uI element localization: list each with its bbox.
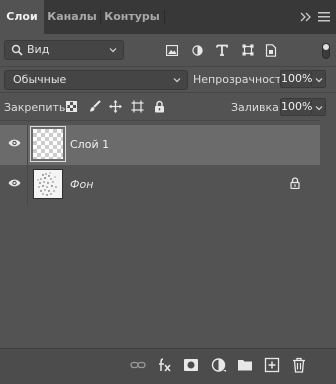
- lock-label: Закрепить:: [4, 101, 70, 114]
- panel-controls: [300, 10, 330, 24]
- layers-list: Слой 1 Фон: [0, 120, 336, 349]
- adjustment-layer-icon[interactable]: [211, 357, 227, 373]
- filter-kind-value: Вид: [27, 43, 50, 56]
- smart-object-filter-icon[interactable]: [265, 44, 277, 57]
- fill-dropdown[interactable]: [312, 98, 326, 116]
- fx-icon[interactable]: [157, 357, 173, 373]
- fill-label: Заливка:: [231, 101, 283, 114]
- tab-separator: [164, 10, 165, 24]
- layers-scrollbar[interactable]: [320, 120, 336, 348]
- blend-row: Обычные Непрозрачность: 100%: [0, 66, 336, 93]
- opacity-label: Непрозрачность:: [193, 73, 292, 86]
- delete-icon[interactable]: [291, 357, 307, 373]
- lock-image-pixels-icon[interactable]: [88, 100, 101, 113]
- filter-kind-select[interactable]: Вид: [4, 40, 124, 60]
- layer-lock-icon[interactable]: [290, 177, 300, 189]
- layer-name[interactable]: Слой 1: [70, 138, 109, 151]
- layer-thumbnail: [33, 169, 63, 199]
- opacity-dropdown[interactable]: [312, 70, 326, 88]
- collapse-panel-icon[interactable]: [300, 12, 312, 22]
- type-filter-icon[interactable]: [216, 44, 228, 56]
- shape-filter-icon[interactable]: [242, 44, 254, 56]
- lock-artboard-icon[interactable]: [131, 100, 144, 113]
- chevron-down-icon: [315, 106, 323, 111]
- filter-row: Вид: [0, 34, 336, 66]
- add-mask-icon[interactable]: [183, 357, 199, 373]
- opacity-input[interactable]: 100%: [280, 70, 312, 88]
- row-divider: [27, 165, 28, 205]
- chevron-down-icon: [173, 78, 181, 83]
- new-group-icon[interactable]: [237, 357, 253, 373]
- layer-thumbnail: [30, 126, 66, 162]
- filter-toggle[interactable]: [322, 43, 330, 59]
- tab-paths[interactable]: Контуры: [100, 0, 164, 34]
- adjustment-filter-icon[interactable]: [192, 45, 203, 56]
- blend-mode-value: Обычные: [13, 73, 67, 86]
- tab-bar: Слои Каналы Контуры: [0, 0, 336, 34]
- sketch-thumbnail-image: [37, 172, 57, 196]
- panel-menu-icon[interactable]: [318, 12, 330, 22]
- fill-input[interactable]: 100%: [280, 98, 312, 116]
- link-layers-icon[interactable]: [130, 357, 146, 373]
- search-icon: [11, 44, 23, 56]
- lock-row: Закрепить: Заливка: 100%: [0, 92, 336, 121]
- layer-row[interactable]: Фон: [0, 165, 320, 205]
- lock-transparent-pixels-icon[interactable]: [66, 101, 77, 112]
- visibility-eye-icon[interactable]: [8, 138, 21, 148]
- new-layer-icon[interactable]: [264, 357, 280, 373]
- blend-mode-select[interactable]: Обычные: [4, 70, 188, 90]
- layer-name[interactable]: Фон: [70, 178, 93, 191]
- tab-channels[interactable]: Каналы: [44, 0, 100, 34]
- filter-toggle-knob: [323, 44, 329, 50]
- chevron-down-icon: [109, 48, 117, 53]
- layers-panel: Слои Каналы Контуры Вид Обычные Непрозра…: [0, 0, 336, 384]
- tab-layers[interactable]: Слои: [0, 0, 44, 34]
- lock-all-icon[interactable]: [154, 100, 165, 113]
- visibility-eye-icon[interactable]: [8, 178, 21, 188]
- lock-position-icon[interactable]: [109, 100, 122, 113]
- row-divider: [27, 125, 28, 165]
- image-filter-icon[interactable]: [166, 45, 178, 56]
- chevron-down-icon: [315, 78, 323, 83]
- layer-row[interactable]: Слой 1: [0, 125, 320, 165]
- layers-bottom-toolbar: [0, 348, 336, 384]
